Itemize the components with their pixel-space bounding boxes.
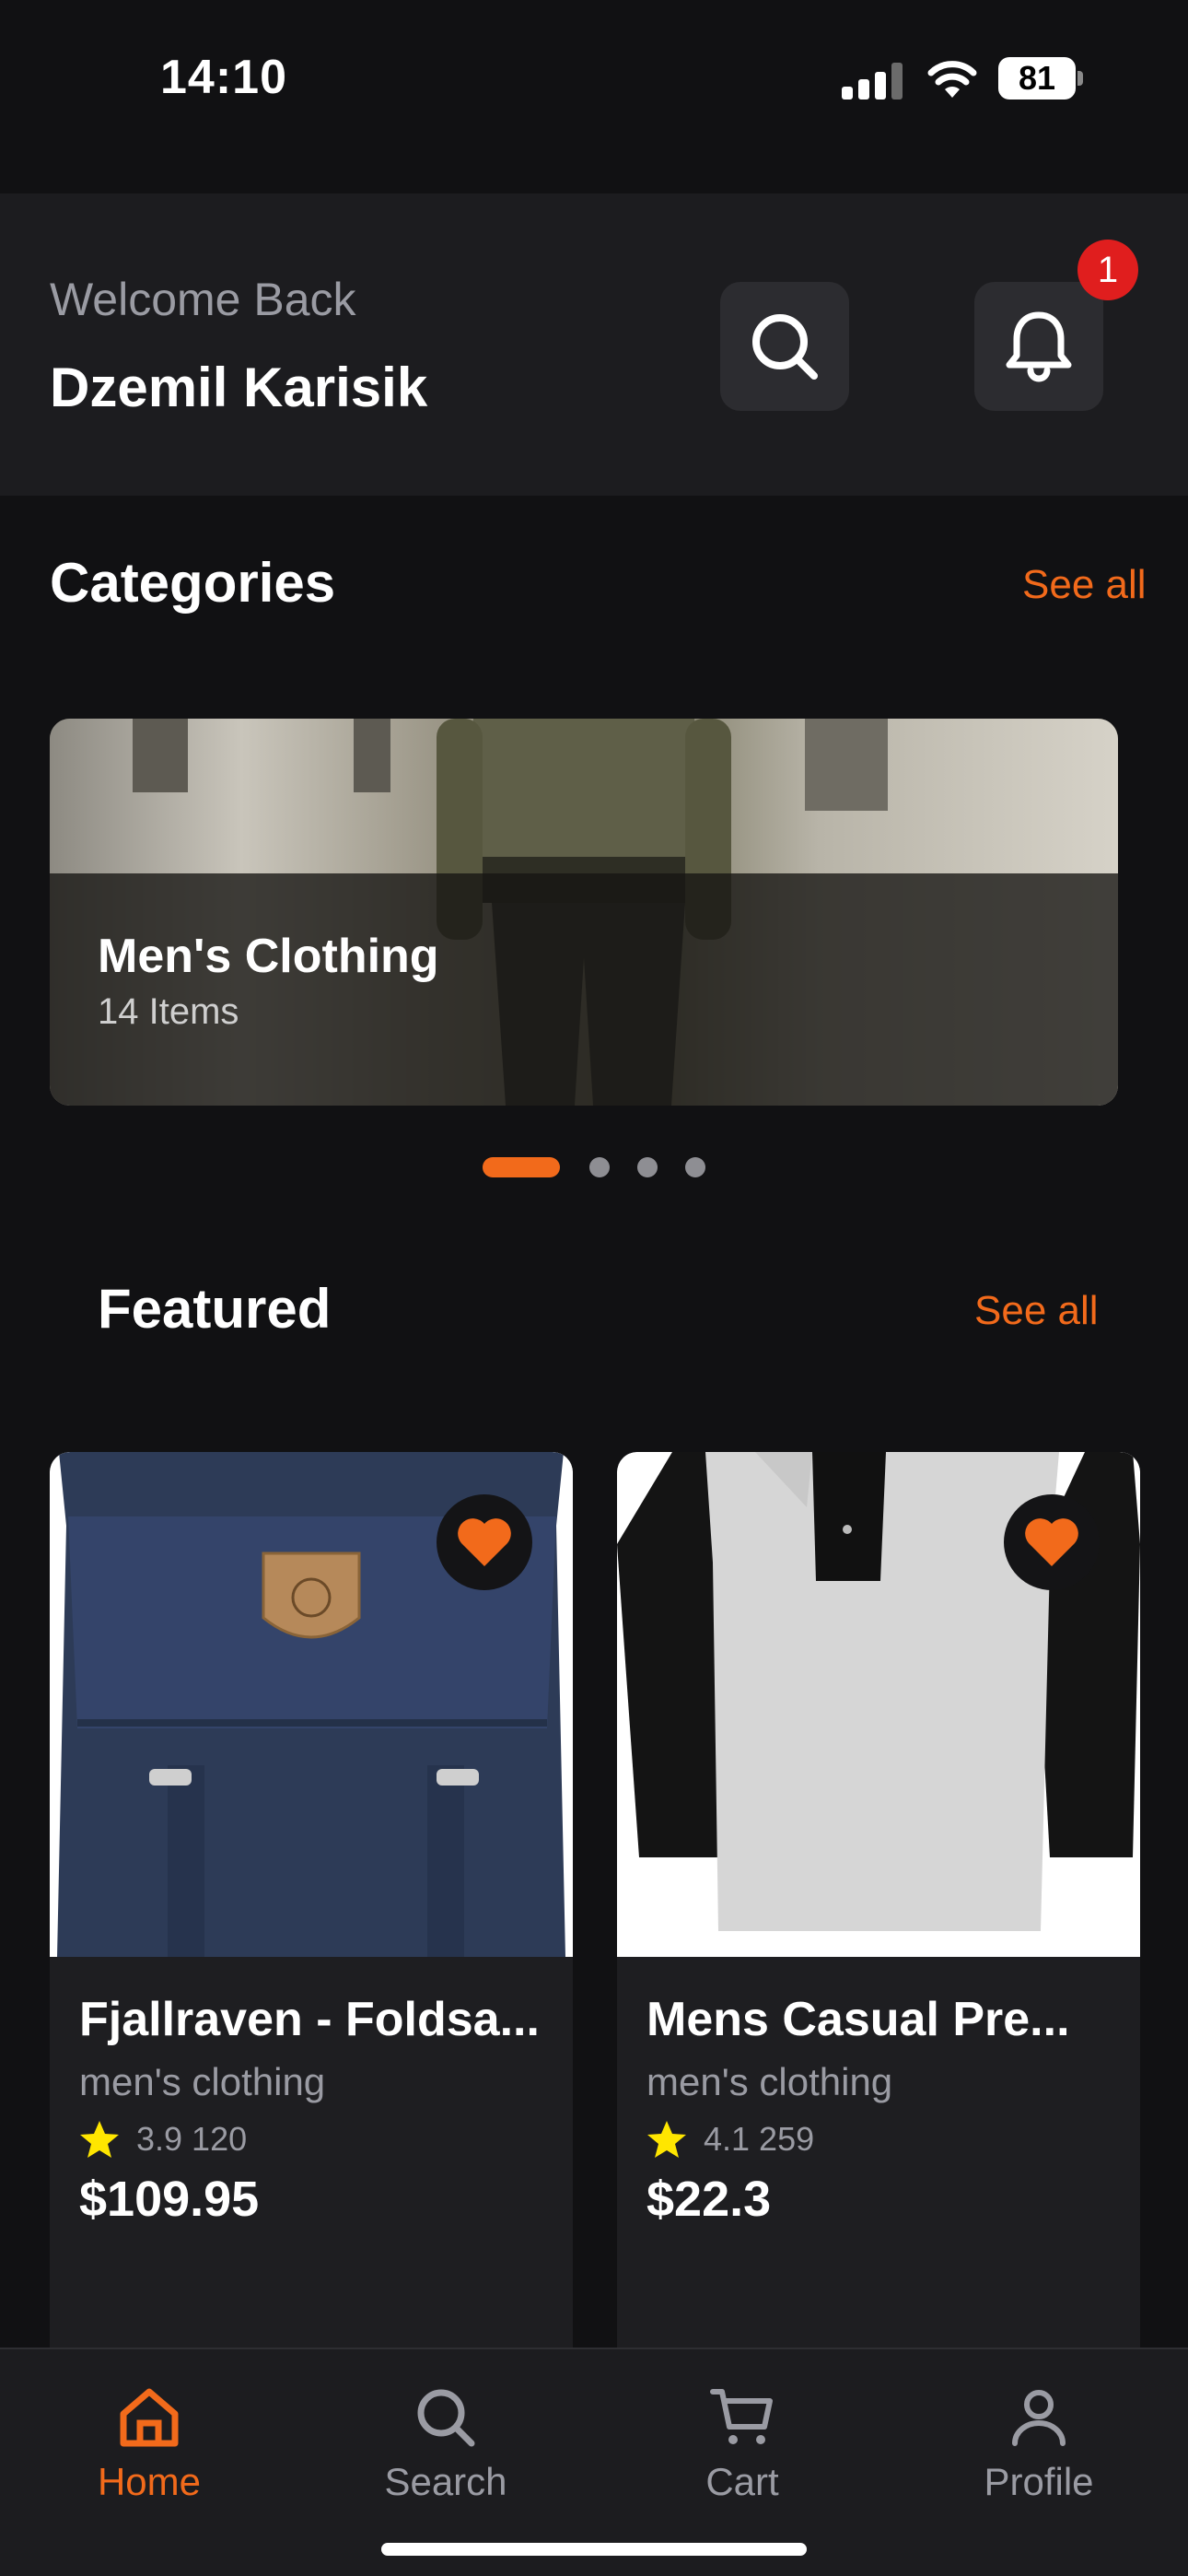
category-card-mens-clothing[interactable]: Men's Clothing 14 Items [50,719,1118,1106]
product-price: $22.3 [646,2172,772,2227]
notifications-button[interactable] [974,282,1103,411]
product-category: men's clothing [79,2060,326,2103]
nav-home-label: Home [97,2460,202,2503]
featured-see-all-link[interactable]: See all [974,1288,1099,1334]
search-icon [752,314,818,380]
star-icon [80,2121,119,2158]
product-rating: 4.1 259 [646,2119,814,2160]
category-name: Men's Clothing [98,930,439,983]
pager-dot[interactable] [589,1157,610,1177]
categories-see-all-link[interactable]: See all [1022,562,1147,608]
product-title: Fjallraven - Foldsa... [79,1993,540,2046]
header: Welcome Back Dzemil Karisik 1 [0,193,1188,496]
product-card[interactable]: Mens Casual Pre... men's clothing 4.1 25… [617,1452,1140,2373]
product-rating: 3.9 120 [79,2119,247,2160]
bottom-navigation: Home Search Cart Profile [0,2348,1188,2576]
bell-icon [1006,311,1072,382]
favorite-button[interactable] [437,1494,532,1590]
product-price: $109.95 [79,2172,260,2227]
welcome-text: Welcome Back [50,274,356,325]
nav-profile[interactable]: Profile [947,2384,1131,2504]
nav-home[interactable]: Home [57,2384,241,2504]
battery-level: 81 [1018,59,1056,97]
status-time: 14:10 [160,51,287,104]
profile-icon [1012,2390,1066,2446]
cart-icon [710,2389,773,2444]
notification-badge: 1 [1077,240,1138,300]
product-category: men's clothing [646,2060,893,2103]
categories-title: Categories [50,552,336,614]
rating-text: 4.1 259 [704,2120,815,2158]
favorite-button[interactable] [1004,1494,1100,1590]
nav-cart-label: Cart [705,2460,779,2503]
battery-icon: 81 [998,57,1085,100]
category-item-count: 14 Items [98,991,239,1032]
heart-icon [458,1518,511,1566]
pager-dot[interactable] [685,1157,705,1177]
header-search-button[interactable] [720,282,849,411]
nav-cart[interactable]: Cart [650,2384,834,2504]
product-image-shirt [617,1452,1140,1957]
product-card[interactable]: Fjallraven - Foldsa... men's clothing 3.… [50,1452,573,2373]
pager-dot[interactable] [637,1157,658,1177]
star-icon [647,2121,686,2158]
cellular-signal-icon [842,63,903,100]
nav-search-label: Search [384,2460,507,2503]
nav-profile-label: Profile [984,2460,1094,2503]
rating-text: 3.9 120 [136,2120,248,2158]
home-icon [120,2388,179,2447]
product-title: Mens Casual Pre... [646,1993,1070,2046]
nav-search[interactable]: Search [354,2384,538,2504]
wifi-icon [927,61,977,98]
heart-icon [1025,1518,1078,1566]
search-icon [417,2389,475,2447]
user-name: Dzemil Karisik [50,357,428,418]
product-image-backpack [50,1452,573,1957]
featured-title: Featured [98,1278,332,1340]
pager-dot-active[interactable] [483,1157,560,1177]
status-bar: 14:10 81 [0,0,1188,193]
home-indicator [381,2543,807,2556]
